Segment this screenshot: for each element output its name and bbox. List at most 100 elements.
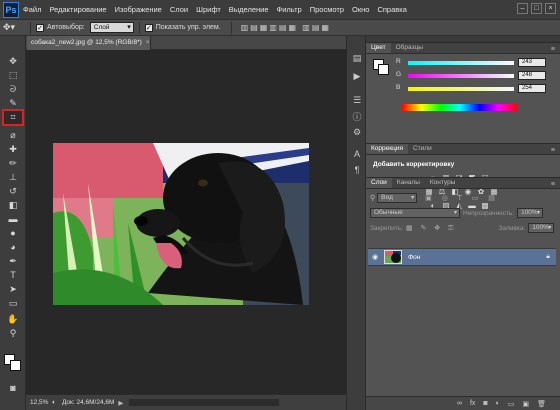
status-menu-arrow-icon[interactable]: ▶ bbox=[118, 399, 123, 407]
quick-select-tool-icon[interactable]: ✎ bbox=[4, 96, 22, 110]
delete-layer-icon[interactable]: 🗑︎ bbox=[537, 400, 546, 408]
auto-select-checkbox[interactable]: ✓ bbox=[36, 23, 44, 32]
lock-icon: 🔒︎ bbox=[546, 253, 550, 260]
lasso-tool-icon[interactable]: ᘐ bbox=[4, 82, 22, 96]
shape-tool-icon[interactable]: ▭ bbox=[4, 296, 22, 310]
tab-styles[interactable]: Стили bbox=[408, 144, 437, 154]
tool-presets-icon[interactable]: ⚙ bbox=[351, 126, 363, 138]
tab-color[interactable]: Цвет bbox=[366, 43, 391, 53]
actions-panel-icon[interactable]: ▶ bbox=[351, 70, 363, 82]
layer-style-icon[interactable]: fx bbox=[470, 400, 475, 407]
maximize-icon[interactable]: □ bbox=[531, 3, 542, 14]
tab-channels[interactable]: Каналы bbox=[392, 178, 425, 188]
tab-paths[interactable]: Контуры bbox=[425, 178, 461, 188]
document-tab[interactable]: собака2_new2.jpg @ 12,5% (RGB/8*) × bbox=[27, 36, 151, 50]
blur-tool-icon[interactable]: ● bbox=[4, 226, 22, 240]
marquee-tool-icon[interactable]: ⬚ bbox=[4, 68, 22, 82]
slider-value-input[interactable]: 248 bbox=[518, 71, 546, 80]
slider-track[interactable] bbox=[408, 74, 514, 78]
show-controls-checkbox[interactable]: ✓ bbox=[144, 23, 153, 32]
blend-mode-dropdown[interactable]: Обычные bbox=[370, 208, 460, 218]
hand-tool-icon[interactable]: ✋ bbox=[4, 312, 22, 326]
properties-panel-icon[interactable]: ☰ bbox=[351, 94, 363, 106]
zoom-tool-icon[interactable]: ⚲ bbox=[4, 326, 22, 340]
lock-icons[interactable]: ▦ ✎ ✥ ⚿ bbox=[406, 224, 457, 233]
crop-tool-icon[interactable]: ⌗ bbox=[2, 109, 24, 126]
layer-row-background[interactable]: ◉ Фон 🔒︎ bbox=[368, 248, 556, 266]
layer-filter-icons[interactable]: ▣ ◎ T ▭ ▤ bbox=[425, 194, 499, 202]
menu-layers[interactable]: Слои bbox=[170, 5, 188, 14]
menu-file[interactable]: Файл bbox=[23, 5, 41, 14]
auto-select-dropdown[interactable]: Слой bbox=[89, 22, 134, 33]
menu-window[interactable]: Окно bbox=[352, 5, 369, 14]
move-tool-icon[interactable]: ✥ bbox=[4, 54, 22, 68]
dog-photo-image bbox=[53, 143, 309, 305]
slider-blue[interactable]: B 254 bbox=[396, 84, 556, 93]
paragraph-panel-icon[interactable]: ¶ bbox=[351, 164, 363, 176]
opacity-input[interactable]: 100% bbox=[517, 208, 544, 218]
tab-adjustments[interactable]: Коррекция bbox=[366, 144, 408, 154]
fill-label: Заливка: bbox=[498, 224, 526, 232]
menu-help[interactable]: Справка bbox=[377, 5, 406, 14]
tab-layers[interactable]: Слои bbox=[366, 178, 392, 188]
slider-red[interactable]: R 243 bbox=[396, 58, 556, 67]
menu-type[interactable]: Шрифт bbox=[196, 5, 221, 14]
path-selection-tool-icon[interactable]: ➤ bbox=[4, 282, 22, 296]
brush-tool-icon[interactable]: ✏ bbox=[4, 156, 22, 170]
status-icon: ◐ bbox=[52, 399, 56, 406]
type-tool-icon[interactable]: T bbox=[4, 268, 22, 282]
slider-value-input[interactable]: 254 bbox=[518, 84, 546, 93]
align-icons[interactable]: ▥▤▦▥▤▦ ▥▤▦ bbox=[241, 23, 331, 32]
canvas-area[interactable] bbox=[26, 50, 346, 394]
slider-track[interactable] bbox=[408, 61, 514, 65]
menu-edit[interactable]: Редактирование bbox=[49, 5, 106, 14]
eraser-tool-icon[interactable]: ◧ bbox=[4, 198, 22, 212]
auto-select-label: Автовыбор: bbox=[47, 24, 85, 31]
history-panel-icon[interactable]: ▤ bbox=[351, 52, 363, 64]
menu-view[interactable]: Просмотр bbox=[310, 5, 344, 14]
new-layer-icon[interactable]: ▣ bbox=[522, 400, 529, 408]
lock-row: Закрепить: ▦ ✎ ✥ ⚿ Заливка: 100% bbox=[370, 223, 555, 233]
layer-name[interactable]: Фон bbox=[408, 254, 420, 261]
new-adjustment-layer-icon[interactable]: ◐ bbox=[496, 400, 500, 407]
info-panel-icon[interactable]: ⓘ bbox=[351, 110, 363, 122]
pen-tool-icon[interactable]: ✒ bbox=[4, 254, 22, 268]
slider-value-input[interactable]: 243 bbox=[518, 58, 546, 67]
panel-menu-icon[interactable]: ≡ bbox=[551, 147, 555, 154]
layer-kind-filter[interactable]: Вид bbox=[377, 193, 418, 203]
eye-icon[interactable]: ◉ bbox=[368, 253, 382, 261]
horizontal-scrollbar[interactable] bbox=[129, 399, 280, 406]
slider-track[interactable] bbox=[408, 87, 514, 91]
clone-stamp-tool-icon[interactable]: ⊥ bbox=[4, 170, 22, 184]
color-panel-background-swatch[interactable] bbox=[378, 64, 389, 75]
color-panel: Цвет Образцы ≡ R 243 G 248 B 254 bbox=[366, 43, 560, 113]
gradient-tool-icon[interactable]: ▬ bbox=[4, 212, 22, 226]
move-tool-preset-icon[interactable]: ✥▾ bbox=[3, 21, 25, 34]
photoshop-logo: Ps bbox=[3, 1, 19, 18]
show-controls-label: Показать упр. элем. bbox=[155, 24, 221, 31]
close-tab-icon[interactable]: × bbox=[146, 39, 150, 46]
character-panel-icon[interactable]: A bbox=[351, 148, 363, 160]
filter-search-icon: ⚲ bbox=[370, 195, 376, 202]
zoom-level[interactable]: 12,5% bbox=[30, 399, 52, 406]
new-group-icon[interactable]: ▭ bbox=[508, 400, 515, 408]
healing-brush-tool-icon[interactable]: ✚ bbox=[4, 142, 22, 156]
link-layers-icon[interactable]: ∞ bbox=[457, 400, 462, 407]
panel-menu-icon[interactable]: ≡ bbox=[551, 46, 555, 53]
panel-menu-icon[interactable]: ≡ bbox=[551, 181, 555, 188]
dodge-tool-icon[interactable]: ◕ bbox=[4, 240, 22, 254]
menu-filter[interactable]: Фильтр bbox=[277, 5, 302, 14]
color-spectrum-bar[interactable] bbox=[402, 104, 518, 111]
slider-green[interactable]: G 248 bbox=[396, 71, 556, 80]
tab-swatches[interactable]: Образцы bbox=[391, 43, 428, 53]
quick-mask-icon[interactable]: ◙ bbox=[4, 381, 22, 395]
add-mask-icon[interactable]: ◙ bbox=[483, 400, 487, 407]
menu-image[interactable]: Изображение bbox=[115, 5, 162, 14]
close-icon[interactable]: × bbox=[545, 3, 556, 14]
fill-input[interactable]: 100% bbox=[528, 223, 555, 233]
history-brush-tool-icon[interactable]: ↺ bbox=[4, 184, 22, 198]
menu-select[interactable]: Выделение bbox=[229, 5, 269, 14]
eyedropper-tool-icon[interactable]: ⌀ bbox=[4, 128, 22, 142]
minimize-icon[interactable]: – bbox=[517, 3, 528, 14]
background-color-swatch[interactable] bbox=[10, 360, 21, 371]
